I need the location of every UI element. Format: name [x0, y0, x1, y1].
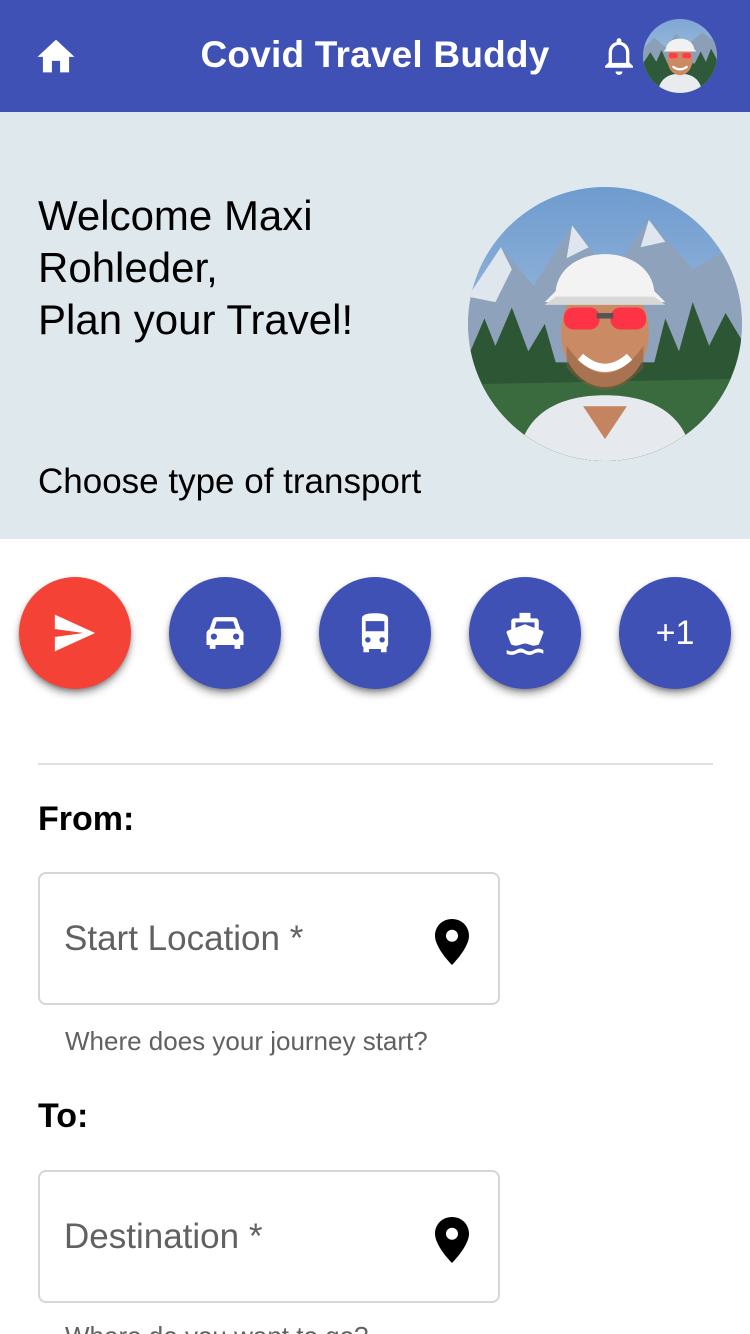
- home-icon: [37, 39, 75, 73]
- start-location-field[interactable]: [38, 872, 500, 1005]
- from-label: From:: [38, 800, 135, 838]
- welcome-line: Plan your Travel!: [38, 296, 354, 343]
- transport-car-button[interactable]: [169, 577, 281, 689]
- transport-label: Choose type of transport: [38, 462, 422, 501]
- welcome-line: Rohleder,: [38, 244, 218, 291]
- location-pin-icon[interactable]: [432, 1216, 472, 1264]
- avatar[interactable]: [643, 19, 717, 93]
- destination-input[interactable]: [64, 1172, 424, 1301]
- to-label: To:: [38, 1097, 89, 1135]
- home-button[interactable]: [30, 30, 82, 82]
- profile-photo-small: [643, 19, 717, 93]
- start-location-input[interactable]: [64, 874, 424, 1003]
- more-count-label: +1: [655, 613, 695, 652]
- welcome-line: Welcome Maxi: [38, 192, 313, 239]
- transport-flight-button[interactable]: [19, 577, 131, 689]
- welcome-panel: Welcome Maxi Rohleder, Plan your Travel!: [0, 112, 750, 539]
- car-icon: [206, 617, 244, 649]
- start-location-hint: Where does your journey start?: [65, 1026, 428, 1056]
- transport-bus-button[interactable]: [319, 577, 431, 689]
- transport-more-button[interactable]: +1: [619, 577, 731, 689]
- divider: [38, 763, 713, 765]
- bell-icon: [605, 38, 633, 75]
- app-bar: Covid Travel Buddy: [0, 0, 750, 112]
- notifications-button[interactable]: [596, 32, 642, 80]
- ship-icon: [506, 612, 544, 655]
- destination-field[interactable]: [38, 1170, 500, 1303]
- location-pin-icon[interactable]: [432, 918, 472, 966]
- profile-photo: [468, 187, 742, 461]
- welcome-heading: Welcome Maxi Rohleder, Plan your Travel!: [38, 190, 438, 346]
- bus-icon: [361, 613, 389, 653]
- airplane-icon: [54, 614, 96, 652]
- transport-ship-button[interactable]: [469, 577, 581, 689]
- destination-hint: Where do you want to go?: [65, 1321, 369, 1334]
